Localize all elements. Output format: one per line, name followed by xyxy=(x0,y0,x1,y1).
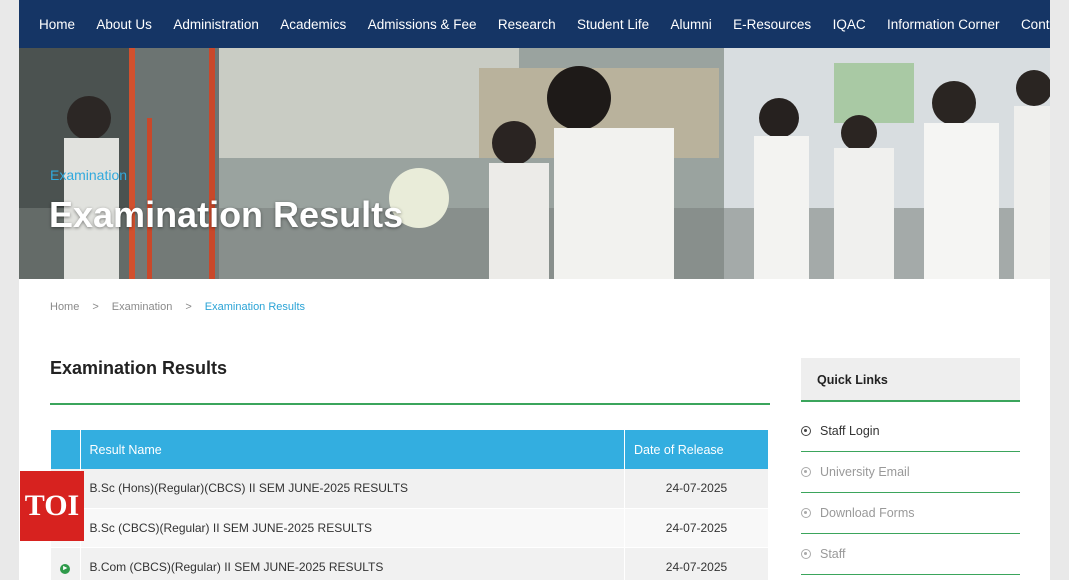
bullet-circle-icon xyxy=(801,426,811,436)
bullet-circle-icon xyxy=(801,467,811,477)
nav-item-admissions-fee[interactable]: Admissions & Fee xyxy=(368,17,477,32)
nav-item-about-us[interactable]: About Us xyxy=(96,17,152,32)
quick-link-staff[interactable]: Staff xyxy=(801,534,1020,575)
nav-item-administration[interactable]: Administration xyxy=(173,17,259,32)
hero-banner: Examination Examination Results xyxy=(19,48,1050,279)
quick-link-label: Download Forms xyxy=(820,506,915,520)
table-header-row: Result Name Date of Release xyxy=(51,430,769,469)
bullet-circle-icon xyxy=(801,549,811,559)
breadcrumb-separator: > xyxy=(92,301,99,313)
table-row[interactable]: ► B.Com (CBCS)(Regular) II SEM JUNE-2025… xyxy=(51,547,769,580)
icon-column-header xyxy=(51,430,81,469)
quick-link-download-forms[interactable]: Download Forms xyxy=(801,493,1020,534)
nav-item-research[interactable]: Research xyxy=(498,17,556,32)
quick-links-list: Staff Login University Email Download Fo… xyxy=(801,411,1020,575)
breadcrumb: Home > Examination > Examination Results xyxy=(50,301,305,313)
nav-item-e-resources[interactable]: E-Resources xyxy=(733,17,811,32)
main-navigation: Home About Us Administration Academics A… xyxy=(19,0,1050,48)
breadcrumb-separator: > xyxy=(185,301,192,313)
quick-link-university-email[interactable]: University Email xyxy=(801,452,1020,493)
page: Home About Us Administration Academics A… xyxy=(19,0,1050,580)
row-icon-cell: ► xyxy=(51,547,81,580)
result-name-cell[interactable]: B.Sc (CBCS)(Regular) II SEM JUNE-2025 RE… xyxy=(80,508,625,548)
hero-kicker: Examination xyxy=(50,167,128,183)
release-date-cell: 24-07-2025 xyxy=(624,469,769,509)
nav-item-information-corner[interactable]: Information Corner xyxy=(887,17,1000,32)
title-divider xyxy=(50,403,770,405)
results-table: Result Name Date of Release B.Sc (Hons)(… xyxy=(51,430,769,580)
release-date-cell: 24-07-2025 xyxy=(624,547,769,580)
page-title: Examination Results xyxy=(50,358,228,378)
lab-scene-image xyxy=(19,48,1050,279)
quick-link-staff-login[interactable]: Staff Login xyxy=(801,411,1020,452)
breadcrumb-current: Examination Results xyxy=(204,301,306,313)
nav-item-home[interactable]: Home xyxy=(39,17,75,32)
release-date-cell: 24-07-2025 xyxy=(624,508,769,548)
quick-link-label: Staff Login xyxy=(820,424,880,438)
table-row[interactable]: B.Sc (CBCS)(Regular) II SEM JUNE-2025 RE… xyxy=(51,508,769,548)
nav-item-alumni[interactable]: Alumni xyxy=(671,17,712,32)
toi-watermark-logo: TOI xyxy=(20,471,84,541)
quick-links-header: Quick Links xyxy=(801,358,1020,402)
table-row[interactable]: B.Sc (Hons)(Regular)(CBCS) II SEM JUNE-2… xyxy=(51,469,769,509)
hero-title: Examination Results xyxy=(49,194,404,235)
quick-link-label: University Email xyxy=(820,465,910,479)
date-of-release-header: Date of Release xyxy=(624,430,769,469)
result-name-header: Result Name xyxy=(80,430,625,469)
quick-link-label: Staff xyxy=(820,547,846,561)
breadcrumb-home[interactable]: Home xyxy=(50,301,79,313)
nav-item-academics[interactable]: Academics xyxy=(280,17,346,32)
result-name-cell[interactable]: B.Com (CBCS)(Regular) II SEM JUNE-2025 R… xyxy=(80,547,625,580)
bullet-circle-icon xyxy=(801,508,811,518)
result-name-cell[interactable]: B.Sc (Hons)(Regular)(CBCS) II SEM JUNE-2… xyxy=(80,469,625,509)
nav-item-contact-us[interactable]: Contact Us xyxy=(1021,17,1050,32)
nav-item-iqac[interactable]: IQAC xyxy=(833,17,866,32)
nav-item-student-life[interactable]: Student Life xyxy=(577,17,649,32)
arrow-right-circle-icon[interactable]: ► xyxy=(60,564,71,574)
breadcrumb-examination[interactable]: Examination xyxy=(112,301,173,313)
hero-photo xyxy=(19,48,1050,279)
